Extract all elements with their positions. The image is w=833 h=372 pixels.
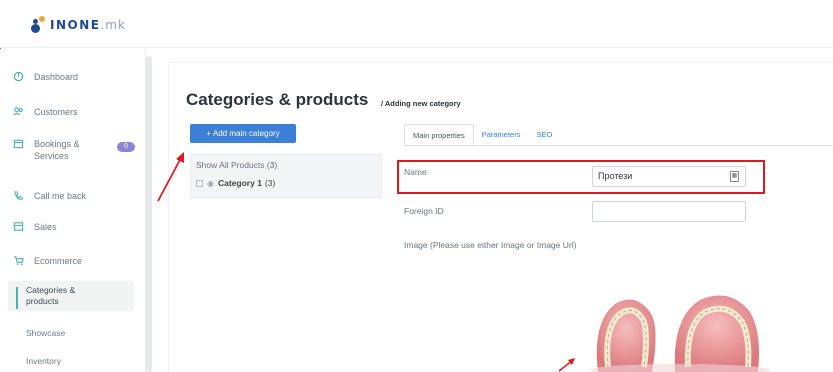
sidebar-scrollbar[interactable] <box>146 56 152 372</box>
tab-seo[interactable]: SEO <box>528 124 560 146</box>
logo-text: INONE.mk <box>50 18 126 32</box>
sales-icon <box>12 221 24 233</box>
page-subtitle: / Adding new category <box>381 99 461 108</box>
sidebar-item-label: Sales <box>34 222 57 232</box>
sidebar-item-sales[interactable]: Sales <box>0 221 140 233</box>
name-label: Name <box>404 167 427 177</box>
sidebar-item-call-me-back[interactable]: Call me back <box>0 190 140 202</box>
sidebar: Dashboard Customers Bookings & Services … <box>0 49 146 372</box>
sidebar-item-label: Bookings & Services <box>34 139 80 161</box>
sidebar-item-bookings[interactable]: Bookings & Services 0 <box>0 138 140 162</box>
cart-icon <box>12 255 24 267</box>
category-count: (3) <box>264 178 276 188</box>
tag-icon: ◉ <box>207 178 214 188</box>
phone-icon <box>12 190 24 202</box>
sidebar-subitem-label: Categories & products <box>26 285 76 306</box>
sidebar-subitem-showcase[interactable]: Showcase <box>8 328 134 339</box>
bookings-badge: 0 <box>117 142 135 152</box>
tab-parameters[interactable]: Parameters <box>474 124 529 146</box>
sidebar-item-label: Customers <box>34 107 78 117</box>
foreign-id-label: Foreign ID <box>404 206 444 216</box>
sidebar-subitem-label: Inventory <box>26 356 61 366</box>
tabs-divider <box>404 145 833 146</box>
calendar-icon <box>12 138 24 150</box>
page-title: Categories & products <box>186 90 369 109</box>
sidebar-subitem-inventory[interactable]: Inventory <box>8 356 134 367</box>
arrow-annotation-add <box>157 152 184 202</box>
sidebar-item-customers[interactable]: Customers <box>0 106 140 118</box>
sidebar-item-label: Call me back <box>34 191 87 201</box>
logo-icon <box>30 16 50 34</box>
arrow-annotation-image <box>558 358 575 372</box>
tree-item-category-1[interactable]: ◉ Category 1 (3) <box>196 178 275 188</box>
category-tree: Show All Products (3) ◉ Category 1 (3) <box>190 154 382 198</box>
name-field[interactable]: Протези ▦ <box>592 166 746 187</box>
sidebar-item-label: Dashboard <box>34 72 79 82</box>
add-main-category-button[interactable]: + Add main category <box>190 124 296 143</box>
tabs: Main properties Parameters SEO <box>404 124 560 146</box>
sidebar-item-label: Ecommerce <box>34 256 83 266</box>
foreign-id-field[interactable] <box>592 201 746 222</box>
category-checkbox[interactable] <box>196 179 203 187</box>
users-icon <box>12 106 24 118</box>
keyboard-icon[interactable]: ▦ <box>730 171 739 182</box>
top-bar: INONE.mk <box>0 0 833 48</box>
dashboard-icon <box>12 71 24 83</box>
product-image <box>580 282 780 372</box>
name-value: Протези <box>598 171 633 181</box>
sidebar-item-dashboard[interactable]: Dashboard <box>0 71 140 83</box>
sidebar-subitem-label: Showcase <box>26 328 66 338</box>
logo[interactable]: INONE.mk <box>30 16 126 34</box>
tab-main-properties[interactable]: Main properties <box>404 124 474 146</box>
image-label: Image (Please use either Image or Image … <box>404 240 577 250</box>
sidebar-item-ecommerce[interactable]: Ecommerce <box>0 255 140 267</box>
category-name: Category 1 <box>217 178 262 188</box>
show-all-products-link[interactable]: Show All Products (3) <box>196 160 277 170</box>
sidebar-subitem-categories-products[interactable]: Categories & products <box>8 281 134 311</box>
